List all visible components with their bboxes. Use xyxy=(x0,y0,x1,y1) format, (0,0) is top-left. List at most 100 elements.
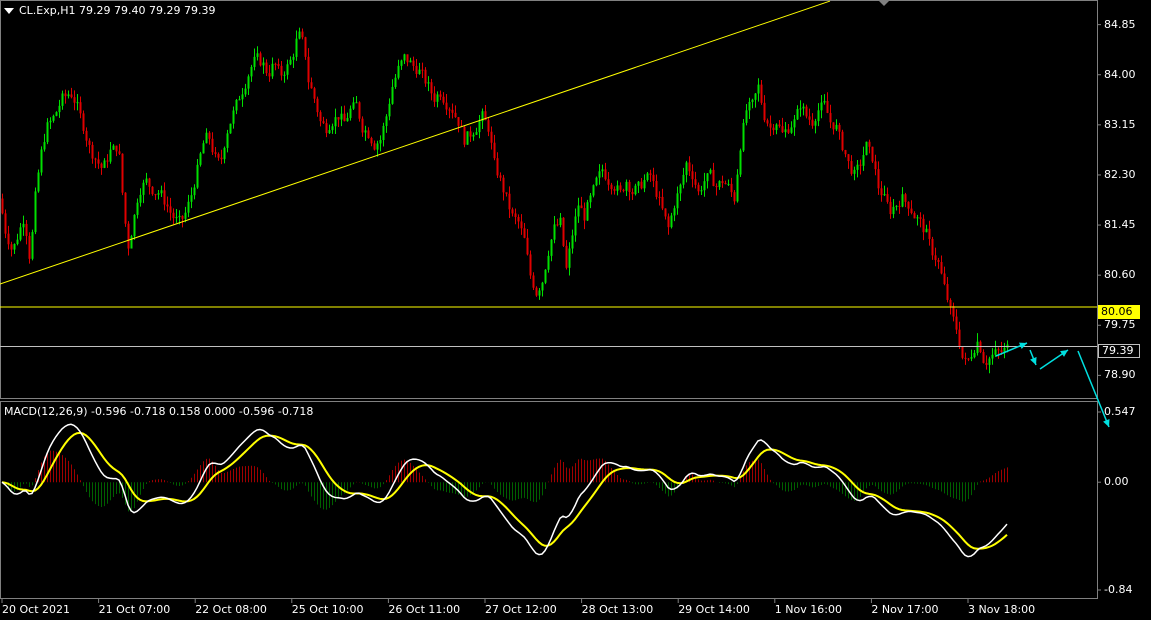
candle-body xyxy=(781,126,784,133)
time-axis-label: 26 Oct 11:00 xyxy=(388,603,461,616)
candle-body xyxy=(241,94,244,100)
candle-body xyxy=(73,97,76,103)
candle-body xyxy=(901,194,904,207)
candle-body xyxy=(715,185,718,188)
candle-body xyxy=(802,106,805,109)
candle-body xyxy=(859,164,862,166)
candle-body xyxy=(409,60,412,63)
candle-body xyxy=(160,190,163,194)
candle-body xyxy=(697,184,700,192)
candle-body xyxy=(388,103,391,117)
candle-body xyxy=(877,169,880,189)
level-price-tag: 80.06 xyxy=(1098,305,1140,319)
candle-body xyxy=(970,357,973,359)
candle-body xyxy=(892,206,895,215)
candle-body xyxy=(838,124,841,132)
price-axis-label: 78.90 xyxy=(1104,368,1136,382)
time-axis-label: 28 Oct 13:00 xyxy=(581,603,654,616)
price-axis-label: 84.00 xyxy=(1104,67,1136,81)
candle-body xyxy=(586,202,589,221)
candle-body xyxy=(496,158,499,176)
current-price-tag: 79.39 xyxy=(1098,344,1140,358)
candle-body xyxy=(16,239,19,245)
candle-body xyxy=(328,130,331,134)
candle-body xyxy=(262,62,265,66)
candle-body xyxy=(22,223,25,228)
candle-body xyxy=(577,205,580,217)
price-axis-label: 84.85 xyxy=(1104,17,1136,31)
candle-body xyxy=(736,174,739,202)
candle-body xyxy=(544,269,547,283)
candle-body xyxy=(181,215,184,219)
chart-area[interactable] xyxy=(0,0,1151,620)
candle-body xyxy=(313,88,316,99)
candle-body xyxy=(925,228,928,233)
candle-body xyxy=(142,182,145,195)
candle-body xyxy=(676,193,679,209)
candle-body xyxy=(427,82,430,84)
candle-body xyxy=(343,113,346,122)
candle-body xyxy=(115,145,118,152)
candle-body xyxy=(307,56,310,83)
candle-body xyxy=(790,127,793,133)
candle-body xyxy=(439,94,442,97)
candle-body xyxy=(625,181,628,191)
candle-body xyxy=(730,183,733,193)
candle-body xyxy=(886,194,889,202)
candle-body xyxy=(937,259,940,262)
candle-body xyxy=(739,150,742,175)
price-axis-label: 82.30 xyxy=(1104,167,1136,181)
candle-body xyxy=(301,31,304,38)
candle-body xyxy=(202,143,205,154)
candle-body xyxy=(808,116,811,120)
candle-body xyxy=(658,196,661,198)
candle-body xyxy=(898,205,901,207)
candle-body xyxy=(976,341,979,353)
candle-body xyxy=(475,132,478,135)
candle-body xyxy=(775,124,778,131)
candle-body xyxy=(154,194,157,196)
candle-body xyxy=(727,183,730,185)
candle-body xyxy=(238,99,241,101)
candle-body xyxy=(124,192,127,224)
time-axis-label: 3 Nov 18:00 xyxy=(968,603,1036,616)
candle-body xyxy=(205,132,208,144)
candle-body xyxy=(607,179,610,185)
candle-body xyxy=(682,174,685,185)
candle-body xyxy=(757,84,760,94)
candle-body xyxy=(382,125,385,141)
candle-body xyxy=(445,102,448,110)
candle-body xyxy=(502,177,505,193)
candle-body xyxy=(646,173,649,181)
candle-body xyxy=(943,273,946,285)
candle-body xyxy=(994,349,997,355)
candle-body xyxy=(823,100,826,103)
candle-body xyxy=(841,131,844,151)
candle-body xyxy=(490,131,493,143)
macd-axis-label: -0.84 xyxy=(1104,583,1133,596)
candle-body xyxy=(523,228,526,238)
candle-body xyxy=(640,181,643,189)
time-axis-label: 2 Nov 17:00 xyxy=(871,603,939,616)
candle-body xyxy=(232,110,235,124)
candle-body xyxy=(466,131,469,145)
chart-shift-handle[interactable] xyxy=(878,0,890,6)
candle-body xyxy=(910,208,913,214)
candle-body xyxy=(811,119,814,126)
candle-body xyxy=(745,110,748,123)
macd-axis-label: 0.547 xyxy=(1104,405,1136,418)
candle-body xyxy=(193,187,196,196)
candle-body xyxy=(520,221,523,229)
candle-body xyxy=(7,233,10,245)
candle-body xyxy=(454,112,457,118)
candle-body xyxy=(754,93,757,100)
candle-body xyxy=(448,109,451,111)
chart-menu-icon[interactable] xyxy=(4,8,14,14)
candle-body xyxy=(334,117,337,127)
candle-body xyxy=(853,169,856,174)
candle-body xyxy=(40,149,43,173)
candle-body xyxy=(220,157,223,160)
chart-title: CL.Exp,H1 79.29 79.40 79.29 79.39 xyxy=(4,4,215,17)
candle-body xyxy=(424,69,427,84)
candle-body xyxy=(184,212,187,219)
